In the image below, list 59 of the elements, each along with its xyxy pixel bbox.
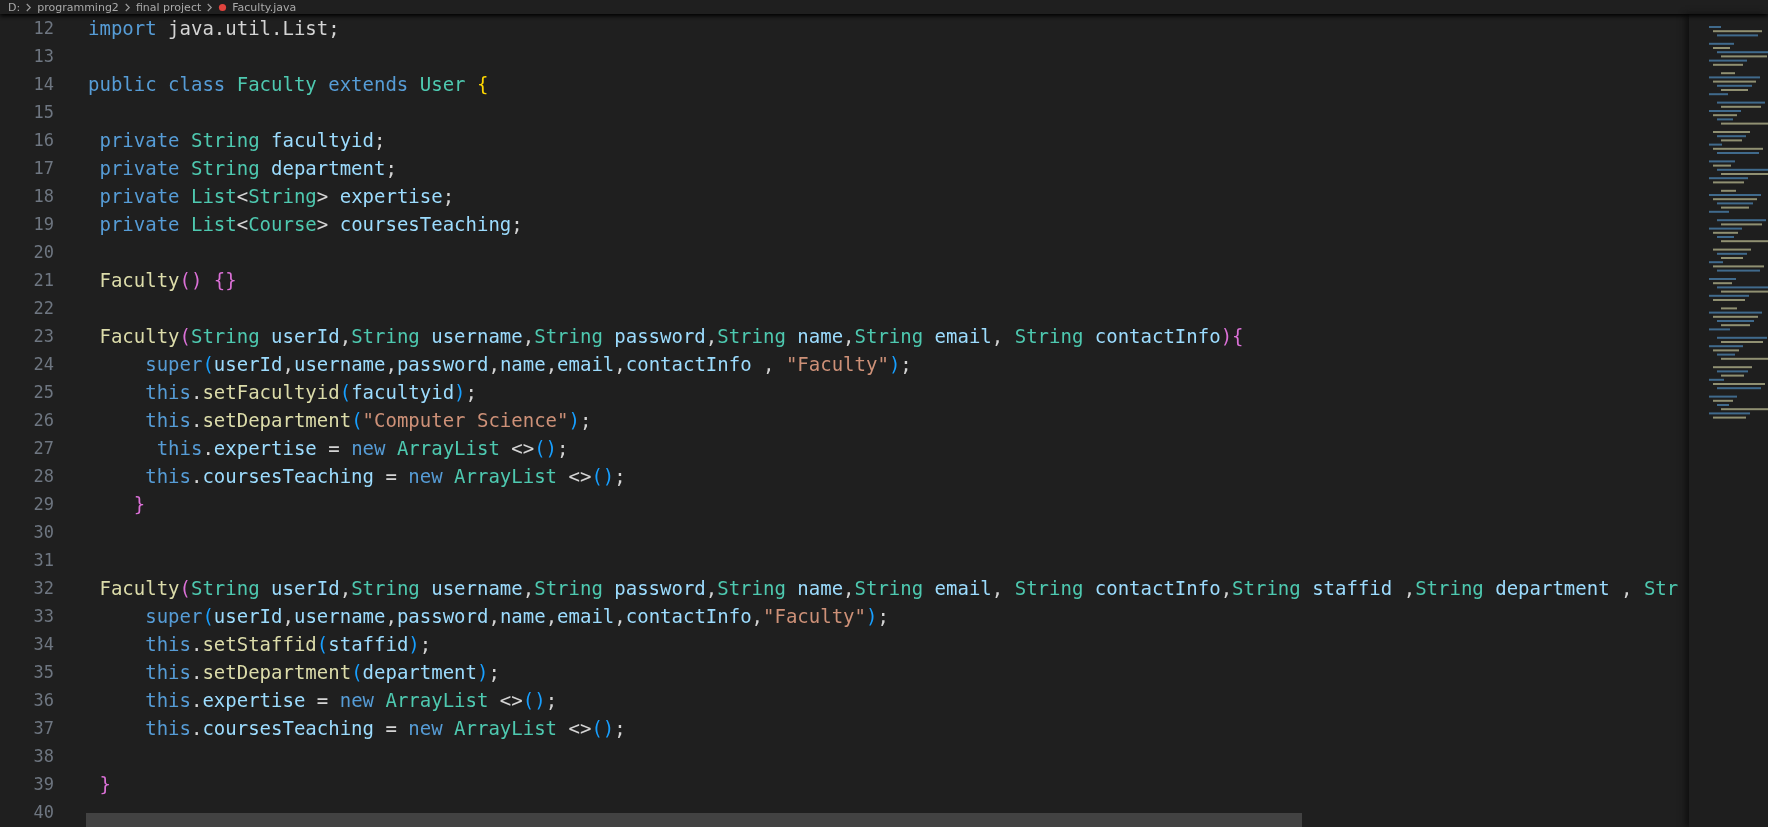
code-line: private List<String> expertise;: [98, 184, 455, 208]
code-line: }: [98, 772, 111, 796]
horizontal-scrollbar[interactable]: [86, 813, 1302, 827]
line-number: 39: [32, 774, 54, 794]
line-number: 31: [32, 550, 54, 570]
code-line: private String department;: [98, 156, 397, 180]
code-line: this.setStaffid(staffid);: [144, 632, 432, 656]
line-number: 20: [32, 242, 54, 262]
line-number: 34: [32, 634, 54, 654]
line-number: 14: [32, 74, 54, 94]
line-number: 30: [32, 522, 54, 542]
line-number: 26: [32, 410, 54, 430]
code-line: super(userId,username,password,name,email,contactInfo , "Faculty");: [144, 352, 912, 376]
line-number: 16: [32, 130, 54, 150]
code-line: import java.util.List;: [88, 16, 340, 40]
code-line: this.coursesTeaching = new ArrayList <>();: [144, 716, 626, 740]
line-number: 18: [32, 186, 54, 206]
code-line: this.setFacultyid(facultyid);: [144, 380, 477, 404]
breadcrumb-item[interactable]: final project: [135, 0, 202, 14]
line-number: 15: [32, 102, 54, 122]
line-number: 36: [32, 690, 54, 710]
code-line: this.expertise = new ArrayList <>();: [155, 436, 569, 460]
code-line: this.expertise = new ArrayList <>();: [144, 688, 558, 712]
code-line: public class Faculty extends User {: [88, 72, 489, 96]
line-number: 25: [32, 382, 54, 402]
code-line: private String facultyid;: [98, 128, 386, 152]
file-icon: [218, 2, 228, 12]
line-number: 17: [32, 158, 54, 178]
code-line: this.setDepartment(department);: [144, 660, 500, 684]
line-number: 24: [32, 354, 54, 374]
line-number: 37: [32, 718, 54, 738]
code-line: Faculty(String userId,String username,String password,String name,String email, String contactInfo,String staffid ,String department , Str: [98, 576, 1679, 600]
breadcrumb-item[interactable]: programming2: [37, 0, 119, 14]
code-line: Faculty() {}: [98, 268, 237, 292]
line-number: 33: [32, 606, 54, 626]
line-number: 35: [32, 662, 54, 682]
line-number: 28: [32, 466, 54, 486]
line-number: 12: [32, 18, 54, 38]
chevron-icon: [123, 2, 131, 12]
chevron-icon: [25, 2, 33, 12]
code-line: }: [132, 492, 146, 516]
breadcrumb-item[interactable]: D:: [8, 0, 21, 14]
code-line: super(userId,username,password,name,email,contactInfo,"Faculty");: [144, 604, 889, 628]
line-number: 21: [32, 270, 54, 290]
line-number: 19: [32, 214, 54, 234]
line-number: 32: [32, 578, 54, 598]
line-number: 38: [32, 746, 54, 766]
chevron-icon: [206, 2, 214, 12]
line-number: 40: [32, 802, 54, 822]
code-line: this.setDepartment("Computer Science");: [144, 408, 592, 432]
code-line: this.coursesTeaching = new ArrayList <>();: [144, 464, 626, 488]
line-number: 27: [32, 438, 54, 458]
code-line: private List<Course> coursesTeaching;: [98, 212, 523, 236]
line-number: 13: [32, 46, 54, 66]
code-line: Faculty(String userId,String username,String password,String name,String email, String contactInfo){: [98, 324, 1244, 348]
breadcrumb-item[interactable]: Faculty.java: [232, 0, 297, 14]
line-number: 23: [32, 326, 54, 346]
line-number: 29: [32, 494, 54, 514]
line-number: 22: [32, 298, 54, 318]
